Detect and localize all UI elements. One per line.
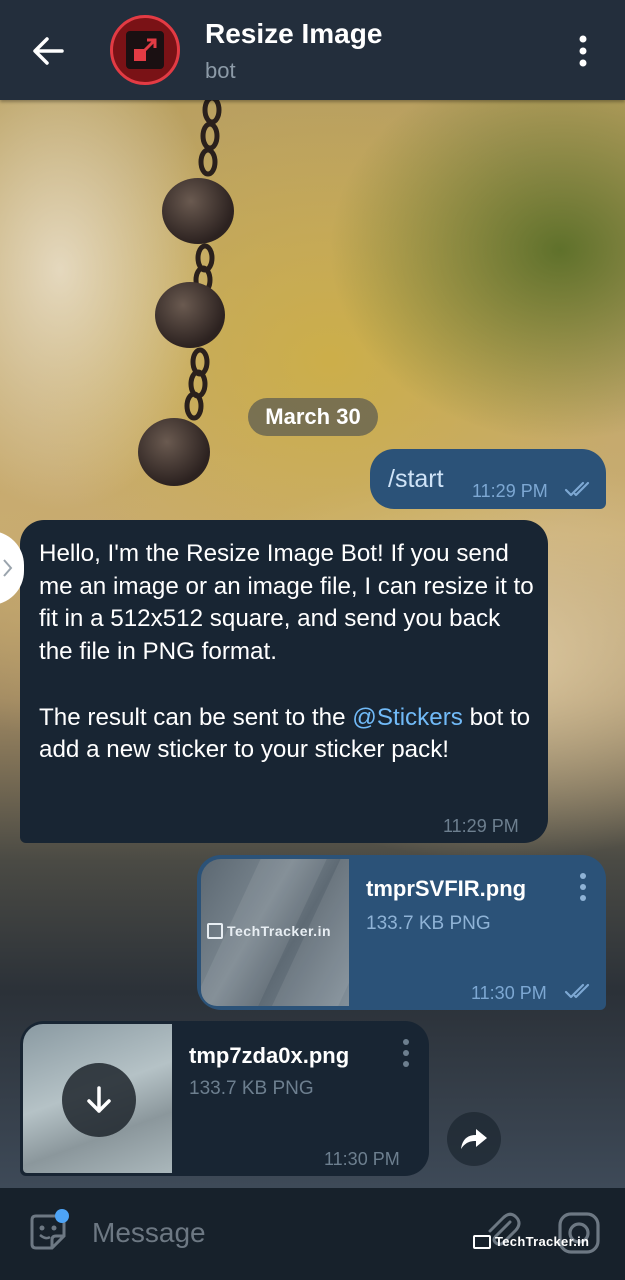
message-time: 11:30 PM: [324, 1149, 400, 1169]
file-menu-button[interactable]: [401, 1038, 411, 1068]
file-menu-button[interactable]: [578, 872, 588, 902]
chat-title[interactable]: Resize Image: [205, 18, 382, 50]
watermark-logo-icon: [473, 1234, 491, 1249]
chat-subtitle: bot: [205, 58, 236, 83]
arrow-left-icon: [33, 37, 64, 65]
resize-logo-icon: [126, 31, 164, 69]
message-text: /start: [388, 465, 444, 493]
message-text: Hello, I'm the Resize Image Bot! If you …: [39, 538, 534, 767]
back-button[interactable]: [30, 33, 66, 69]
watermark-text: TechTracker.in: [495, 1234, 590, 1249]
file-name[interactable]: tmp7zda0x.png: [189, 1043, 349, 1069]
message-input[interactable]: [90, 1212, 454, 1254]
download-button[interactable]: [62, 1063, 136, 1137]
thumbnail-watermark: TechTracker.in: [207, 923, 331, 939]
watermark-logo-icon: [207, 923, 223, 939]
share-arrow-icon: [461, 1129, 487, 1149]
new-stickers-indicator: [55, 1209, 69, 1223]
chat-header: Resize Image bot: [0, 0, 625, 100]
message-text-part: Hello, I'm the Resize Image Bot! If you …: [39, 540, 534, 731]
message-time: 11:30 PM: [471, 983, 547, 1003]
arrow-down-icon: [87, 1086, 111, 1113]
date-separator: March 30: [248, 398, 378, 436]
file-name[interactable]: tmprSVFIR.png: [366, 876, 526, 902]
chevron-right-icon: [3, 559, 13, 577]
file-info: 133.7 KB PNG: [366, 913, 491, 934]
file-info: 133.7 KB PNG: [189, 1078, 314, 1099]
vertical-dots-icon: [579, 35, 587, 67]
camera-button[interactable]: [556, 1210, 602, 1256]
double-check-icon: [564, 481, 590, 497]
message-time: 11:29 PM: [443, 816, 519, 836]
incoming-file-message[interactable]: tmp7zda0x.png 133.7 KB PNG 11:30 PM: [20, 1021, 429, 1176]
vertical-dots-icon: [403, 1039, 409, 1067]
share-button[interactable]: [447, 1112, 501, 1166]
stickers-bot-link[interactable]: @Stickers: [352, 704, 463, 731]
file-thumbnail[interactable]: TechTracker.in: [201, 859, 349, 1006]
bot-avatar[interactable]: [110, 15, 180, 85]
double-check-icon: [564, 983, 590, 999]
watermark-text: TechTracker.in: [227, 923, 332, 939]
outgoing-message[interactable]: /start 11:29 PM: [370, 449, 606, 509]
incoming-message[interactable]: Hello, I'm the Resize Image Bot! If you …: [20, 520, 548, 843]
instagram-camera-icon: [558, 1212, 600, 1254]
more-menu-button[interactable]: [572, 34, 594, 68]
file-thumbnail[interactable]: [23, 1024, 172, 1173]
site-watermark: TechTracker.in: [473, 1234, 589, 1249]
outgoing-file-message[interactable]: TechTracker.in tmprSVFIR.png 133.7 KB PN…: [197, 855, 606, 1010]
wallpaper-chain-decoration: [138, 100, 260, 520]
message-time: 11:29 PM: [472, 481, 548, 501]
vertical-dots-icon: [580, 873, 586, 901]
